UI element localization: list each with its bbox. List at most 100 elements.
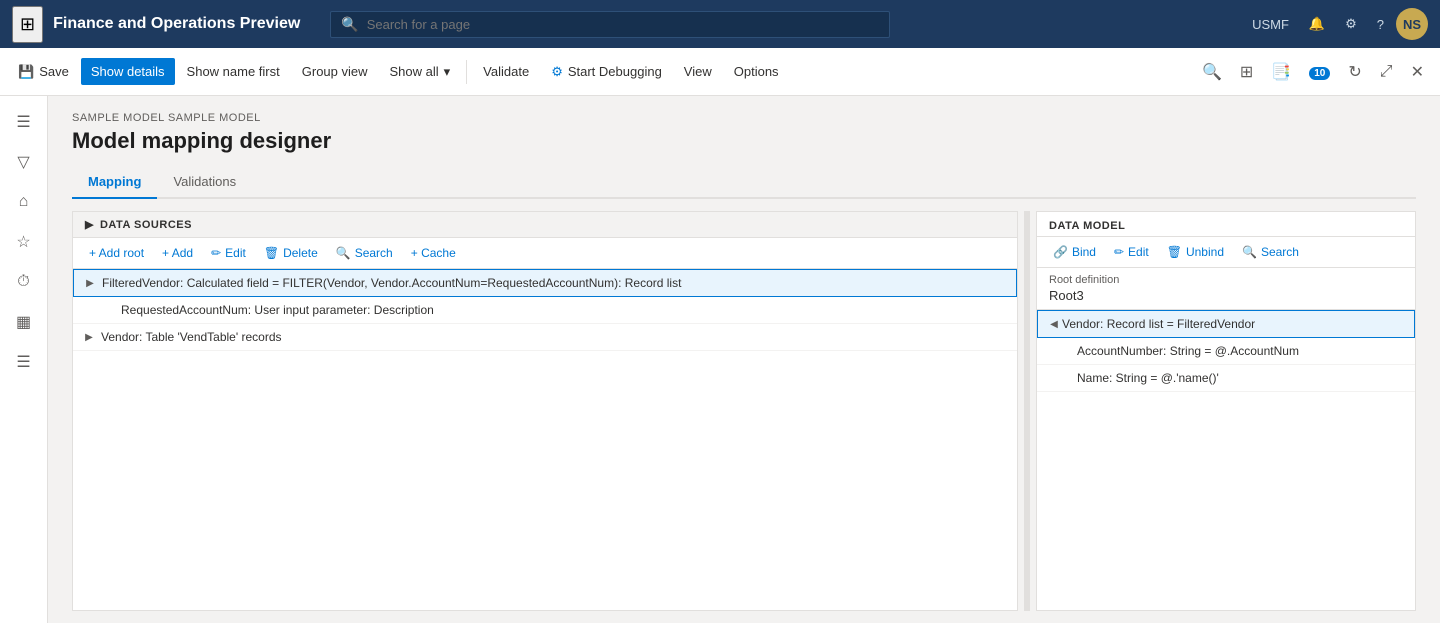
expand-left-icon[interactable]: ▶: [85, 218, 94, 231]
edit-label: Edit: [225, 246, 246, 260]
tree-item[interactable]: ▶ Vendor: Table 'VendTable' records: [73, 324, 1017, 351]
avatar[interactable]: NS: [1396, 8, 1428, 40]
close-button[interactable]: ✕: [1403, 56, 1432, 88]
dm-item[interactable]: Name: String = @.'name()': [1037, 365, 1415, 392]
group-view-button[interactable]: Group view: [292, 58, 378, 85]
popout-button[interactable]: ⤢: [1372, 57, 1401, 87]
edit-button[interactable]: ✏ Edit: [203, 242, 254, 264]
data-sources-header: ▶ DATA SOURCES: [73, 212, 1017, 238]
data-model-toolbar: 🔗 Bind ✏ Edit 🗑 Unbind 🔍 Search: [1037, 237, 1415, 268]
tabs-bar: Mapping Validations: [72, 166, 1416, 199]
badge-button[interactable]: 10: [1301, 57, 1338, 87]
collapse-icon[interactable]: ▶: [82, 275, 98, 291]
view-button[interactable]: View: [674, 58, 722, 85]
root-definition-label: Root definition: [1049, 274, 1403, 286]
bind-button[interactable]: 🔗 Bind: [1045, 241, 1104, 263]
app-layout: ☰ ▽ ⌂ ☆ ⏱ ▦ ☰ SAMPLE MODEL SAMPLE MODEL …: [0, 96, 1440, 623]
tree-item[interactable]: RequestedAccountNum: User input paramete…: [73, 297, 1017, 324]
top-navigation: ⊞ Finance and Operations Preview 🔍 USMF …: [0, 0, 1440, 48]
sidebar-filter-button[interactable]: ▽: [6, 144, 42, 180]
sidebar-workspaces-button[interactable]: ▦: [6, 304, 42, 340]
global-search-input[interactable]: [367, 17, 880, 32]
tab-validations-label: Validations: [173, 174, 236, 189]
dm-item[interactable]: AccountNumber: String = @.AccountNum: [1037, 338, 1415, 365]
validate-button[interactable]: Validate: [473, 58, 539, 85]
dm-edit-button[interactable]: ✏ Edit: [1106, 241, 1157, 263]
trash-icon: 🗑: [264, 246, 279, 260]
ds-search-label: Search: [355, 246, 393, 260]
dm-search-button[interactable]: 🔍 Search: [1234, 241, 1307, 263]
cache-button[interactable]: + Cache: [403, 242, 464, 264]
settings-button[interactable]: ⚙: [1337, 10, 1365, 38]
save-icon: 💾: [18, 64, 34, 80]
options-button[interactable]: Options: [724, 58, 789, 85]
show-details-button[interactable]: Show details: [81, 58, 175, 85]
app-grid-button[interactable]: ⊞: [12, 6, 43, 43]
command-bar: 💾 Save Show details Show name first Grou…: [0, 48, 1440, 96]
bind-label: Bind: [1072, 245, 1096, 259]
start-debugging-button[interactable]: ⚙ Start Debugging: [541, 58, 672, 86]
top-nav-right-actions: USMF 🔔 ⚙ ? NS: [1244, 8, 1428, 40]
options-label: Options: [734, 64, 779, 79]
unbind-button[interactable]: 🗑 Unbind: [1159, 241, 1232, 263]
add-button[interactable]: + Add: [154, 242, 201, 264]
save-button[interactable]: 💾 Save: [8, 58, 79, 86]
notification-badge: 10: [1309, 67, 1330, 80]
sidebar-recent-button[interactable]: ⏱: [6, 264, 42, 300]
data-model-title: DATA MODEL: [1049, 220, 1125, 232]
dm-collapse-icon[interactable]: ◀: [1046, 316, 1062, 332]
search-cmd-button[interactable]: 🔍: [1194, 56, 1230, 88]
bookmark-button[interactable]: 📑: [1263, 56, 1299, 88]
tree-item[interactable]: ▶ FilteredVendor: Calculated field = FIL…: [73, 269, 1017, 297]
data-sources-toolbar: + Add root + Add ✏ Edit 🗑 Delete 🔍 Searc…: [73, 238, 1017, 269]
sidebar: ☰ ▽ ⌂ ☆ ⏱ ▦ ☰: [0, 96, 48, 623]
help-button[interactable]: ?: [1369, 11, 1392, 38]
data-model-content: ◀ Vendor: Record list = FilteredVendor A…: [1037, 310, 1415, 610]
show-all-button[interactable]: Show all ▾: [380, 58, 461, 86]
search-icon: 🔍: [341, 16, 358, 33]
sidebar-menu-button[interactable]: ☰: [6, 104, 42, 140]
delete-button[interactable]: 🗑 Delete: [256, 242, 326, 264]
global-search-box[interactable]: 🔍: [330, 11, 890, 38]
refresh-button[interactable]: ↻: [1340, 56, 1369, 88]
data-model-panel: DATA MODEL 🔗 Bind ✏ Edit 🗑 Unbind: [1036, 211, 1416, 611]
dm-item-text: Name: String = @.'name()': [1077, 371, 1219, 385]
expand-icon[interactable]: ▶: [81, 329, 97, 345]
chevron-down-icon: ▾: [444, 64, 451, 80]
show-name-button[interactable]: Show name first: [177, 58, 290, 85]
page-header: SAMPLE MODEL SAMPLE MODEL Model mapping …: [48, 96, 1440, 199]
leaf-icon: [101, 302, 117, 318]
dm-item-text: AccountNumber: String = @.AccountNum: [1077, 344, 1299, 358]
breadcrumb: SAMPLE MODEL SAMPLE MODEL: [72, 112, 1416, 124]
show-details-label: Show details: [91, 64, 165, 79]
unbind-label: Unbind: [1186, 245, 1224, 259]
show-all-label: Show all: [390, 64, 439, 79]
sidebar-modules-button[interactable]: ☰: [6, 344, 42, 380]
pencil-icon-dm: ✏: [1114, 245, 1124, 259]
dm-item-text: Vendor: Record list = FilteredVendor: [1062, 317, 1255, 331]
group-view-label: Group view: [302, 64, 368, 79]
save-label: Save: [39, 64, 69, 79]
tab-mapping-label: Mapping: [88, 174, 141, 189]
resize-handle[interactable]: [1024, 211, 1030, 611]
search-icon-dm: 🔍: [1242, 245, 1257, 259]
usmf-button[interactable]: USMF: [1244, 11, 1297, 38]
dm-edit-label: Edit: [1128, 245, 1149, 259]
page-title: Model mapping designer: [72, 128, 1416, 154]
root-definition-section: Root definition Root3: [1037, 268, 1415, 310]
add-root-button[interactable]: + Add root: [81, 242, 152, 264]
connected-icon-button[interactable]: ⊞: [1232, 56, 1261, 88]
notification-button[interactable]: 🔔: [1301, 10, 1333, 38]
dm-item[interactable]: ◀ Vendor: Record list = FilteredVendor: [1037, 310, 1415, 338]
view-label: View: [684, 64, 712, 79]
tree-item-text: Vendor: Table 'VendTable' records: [101, 330, 282, 344]
ds-search-button[interactable]: 🔍 Search: [328, 242, 401, 264]
sidebar-home-button[interactable]: ⌂: [6, 184, 42, 220]
tab-mapping[interactable]: Mapping: [72, 166, 157, 199]
dm-search-label: Search: [1261, 245, 1299, 259]
pencil-icon: ✏: [211, 246, 221, 260]
tab-validations[interactable]: Validations: [157, 166, 252, 199]
sidebar-favorites-button[interactable]: ☆: [6, 224, 42, 260]
search-icon-ds: 🔍: [336, 246, 351, 260]
link-icon: 🔗: [1053, 245, 1068, 259]
